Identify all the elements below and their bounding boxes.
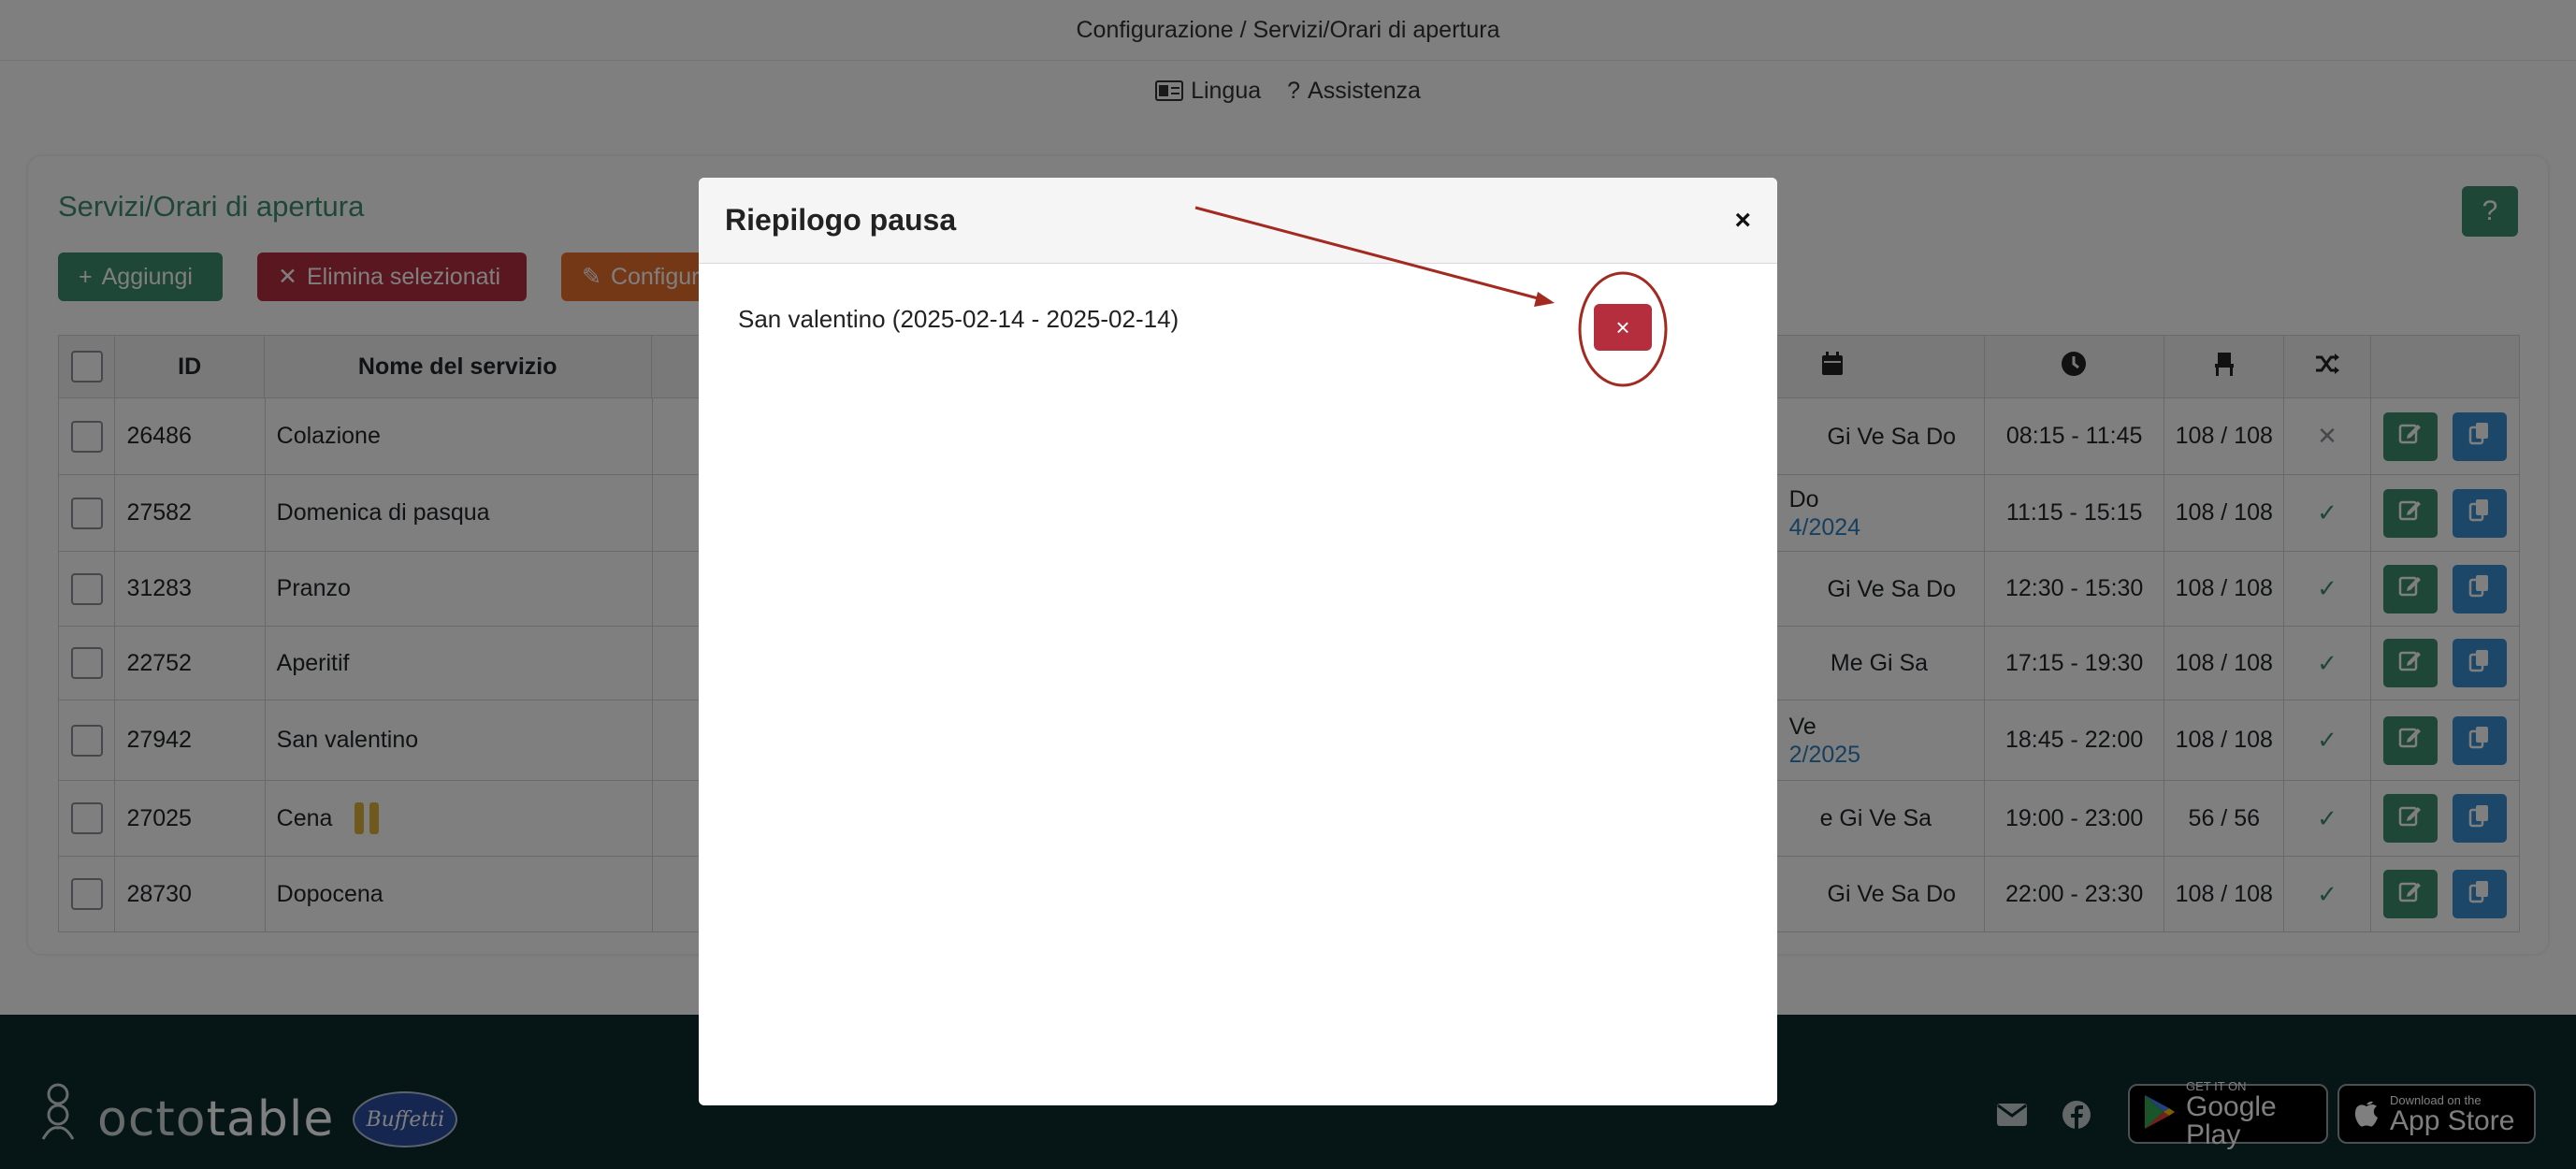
close-icon: × bbox=[1615, 312, 1630, 341]
modal-header: Riepilogo pausa × bbox=[699, 178, 1777, 264]
pause-entry: San valentino (2025-02-14 - 2025-02-14) bbox=[738, 305, 1179, 333]
modal-title: Riepilogo pausa bbox=[725, 203, 957, 237]
modal-close-icon[interactable]: × bbox=[1734, 205, 1751, 237]
pause-summary-modal: Riepilogo pausa × San valentino (2025-02… bbox=[699, 178, 1777, 1105]
delete-pause-button[interactable]: × bbox=[1594, 304, 1652, 351]
